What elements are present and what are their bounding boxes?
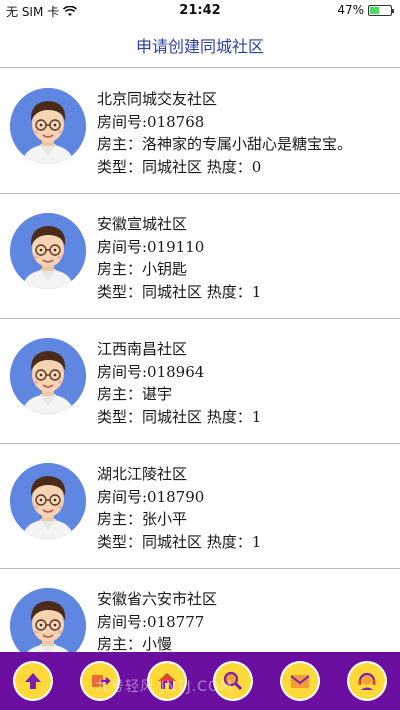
community-name: 江西南昌社区 bbox=[97, 340, 188, 358]
community-name: 北京同城交友社区 bbox=[97, 90, 218, 108]
community-info: 北京同城交友社区 房间号:018768 房主：洛神家的专属小甜心是糖宝宝。 类型… bbox=[97, 88, 352, 178]
community-owner: 房主：张小平 bbox=[97, 510, 188, 528]
community-list[interactable]: 北京同城交友社区 房间号:018768 房主：洛神家的专属小甜心是糖宝宝。 类型… bbox=[0, 69, 400, 652]
avatar-illustration bbox=[10, 588, 86, 652]
mail-icon bbox=[290, 675, 310, 688]
community-item[interactable]: 湖北江陵社区 房间号:018790 房主：张小平 类型：同城社区 热度：1 bbox=[0, 444, 400, 569]
avatar-illustration bbox=[10, 338, 86, 414]
community-meta: 类型：同城社区 热度：1 bbox=[97, 407, 262, 426]
community-meta: 类型：同城社区 热度：0 bbox=[97, 157, 262, 176]
community-item[interactable]: 安徽省六安市社区 房间号:018777 房主：小慢 bbox=[0, 569, 400, 652]
avatar-illustration bbox=[10, 213, 86, 289]
community-name: 安徽宣城社区 bbox=[97, 215, 188, 233]
community-name: 安徽省六安市社区 bbox=[97, 590, 218, 608]
community-item[interactable]: 北京同城交友社区 房间号:018768 房主：洛神家的专属小甜心是糖宝宝。 类型… bbox=[0, 69, 400, 194]
page-title[interactable]: 申请创建同城社区 bbox=[136, 33, 264, 57]
customer-service-icon bbox=[358, 672, 376, 690]
header: 申请创建同城社区 bbox=[0, 22, 400, 68]
avatar-illustration bbox=[10, 88, 86, 164]
community-meta: 类型：同城社区 热度：1 bbox=[97, 282, 262, 301]
avatar[interactable] bbox=[10, 338, 86, 414]
battery-fill bbox=[370, 6, 380, 14]
community-item[interactable]: 江西南昌社区 房间号:018964 房主：谌宇 类型：同城社区 热度：1 bbox=[0, 319, 400, 444]
community-room: 房间号:018777 bbox=[97, 612, 205, 631]
community-owner: 房主：洛神家的专属小甜心是糖宝宝。 bbox=[97, 135, 353, 153]
status-bar: 无 SIM 卡 21:42 47% bbox=[0, 0, 400, 22]
watermark: 九号轻风 JNTJ.COM bbox=[95, 679, 234, 695]
community-meta: 类型：同城社区 热度：1 bbox=[97, 532, 262, 551]
avatar[interactable] bbox=[10, 88, 86, 164]
community-owner: 房主：谌宇 bbox=[97, 385, 173, 403]
nav-service-button[interactable] bbox=[348, 663, 385, 699]
avatar[interactable] bbox=[10, 213, 86, 289]
battery-percent: 47% bbox=[337, 3, 364, 17]
community-info: 安徽宣城社区 房间号:019110 房主：小钥匙 类型：同城社区 热度：1 bbox=[97, 213, 261, 303]
community-item[interactable]: 安徽宣城社区 房间号:019110 房主：小钥匙 类型：同城社区 热度：1 bbox=[0, 194, 400, 319]
community-info: 江西南昌社区 房间号:018964 房主：谌宇 类型：同城社区 热度：1 bbox=[97, 338, 261, 428]
community-info: 湖北江陵社区 房间号:018790 房主：张小平 类型：同城社区 热度：1 bbox=[97, 463, 261, 553]
community-room: 房间号:018964 bbox=[97, 362, 205, 381]
arrow-up-icon bbox=[25, 673, 42, 689]
nav-mail-button[interactable] bbox=[281, 663, 318, 699]
battery-icon bbox=[368, 4, 394, 16]
avatar[interactable] bbox=[10, 463, 86, 539]
community-room: 房间号:018768 bbox=[97, 112, 205, 131]
community-name: 湖北江陵社区 bbox=[97, 465, 188, 483]
avatar-illustration bbox=[10, 463, 86, 539]
battery-info: 47% bbox=[337, 3, 394, 17]
community-info: 安徽省六安市社区 房间号:018777 房主：小慢 bbox=[97, 588, 217, 652]
community-room: 房间号:018790 bbox=[97, 487, 205, 506]
community-owner: 房主：小钥匙 bbox=[97, 260, 188, 278]
nav-up-button[interactable] bbox=[15, 663, 52, 699]
avatar[interactable] bbox=[10, 588, 86, 652]
community-room: 房间号:019110 bbox=[97, 237, 205, 256]
community-owner: 房主：小慢 bbox=[97, 635, 173, 652]
